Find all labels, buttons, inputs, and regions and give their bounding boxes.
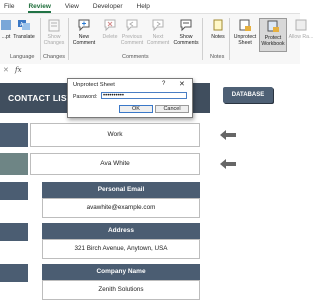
photo-cell-secondary xyxy=(0,153,28,175)
show-changes-icon xyxy=(47,18,61,32)
ok-button[interactable]: OK xyxy=(119,105,153,113)
next-comment-button[interactable]: Next Comment xyxy=(144,18,172,52)
work-field[interactable]: Work xyxy=(30,123,200,147)
menu-file[interactable]: File xyxy=(4,3,14,10)
protect-workbook-label: Protect Workbook xyxy=(261,35,285,47)
show-comments-button[interactable]: Show Comments xyxy=(172,18,200,52)
new-comment-button[interactable]: New Comment xyxy=(70,18,98,52)
unprotect-sheet-button[interactable]: Unprotect Sheet xyxy=(231,18,259,52)
notes-button[interactable]: Notes xyxy=(204,18,232,52)
notes-label: Notes xyxy=(211,34,225,40)
left-header-block xyxy=(0,223,28,241)
translate-icon: A xyxy=(17,18,31,32)
translate-label: Translate xyxy=(13,34,35,40)
allow-ranges-icon xyxy=(294,18,308,32)
menu-view[interactable]: View xyxy=(65,3,79,10)
previous-comment-label: Previous Comment xyxy=(120,34,144,46)
translate-button[interactable]: A Translate xyxy=(10,18,38,52)
show-changes-label: Show Changes xyxy=(43,34,65,46)
next-comment-label: Next Comment xyxy=(146,34,170,46)
allow-ranges-button[interactable]: Allow Ra... xyxy=(287,18,315,52)
show-changes-button[interactable]: Show Changes xyxy=(40,18,68,52)
unprotect-sheet-label: Unprotect Sheet xyxy=(233,34,257,46)
delete-comment-label: Delete xyxy=(102,34,118,40)
name-field[interactable]: Ava White xyxy=(30,153,200,175)
allow-ranges-label: Allow Ra... xyxy=(288,34,314,40)
ribbon: ...pt A Translate Language Show Changes … xyxy=(0,14,313,65)
left-header-block xyxy=(0,264,28,282)
group-changes-label: Changes xyxy=(43,54,66,60)
company-header: Company Name xyxy=(42,264,200,280)
personal-email-header: Personal Email xyxy=(42,182,200,198)
new-comment-label: New Comment xyxy=(72,34,96,46)
group-notes-label: Notes xyxy=(210,54,225,60)
company-field[interactable]: Zenith Solutions xyxy=(42,280,200,300)
group-comments-label: Comments xyxy=(122,54,149,60)
password-label: Password: xyxy=(73,94,98,100)
left-header-block xyxy=(0,182,28,200)
menu-review[interactable]: Review xyxy=(28,3,52,13)
address-header: Address xyxy=(42,223,200,239)
menu-developer[interactable]: Developer xyxy=(93,3,123,10)
protect-workbook-icon xyxy=(266,19,280,33)
show-comments-label: Show Comments xyxy=(173,34,199,46)
formula-cancel-icon[interactable]: ✕ xyxy=(3,66,9,74)
help-icon[interactable]: ? xyxy=(162,81,165,87)
delete-comment-icon xyxy=(103,18,117,32)
unprotect-sheet-icon xyxy=(238,18,252,32)
notes-icon xyxy=(211,18,225,32)
previous-comment-icon xyxy=(125,18,139,32)
personal-email-field[interactable]: avawhite@example.com xyxy=(42,198,200,218)
address-field[interactable]: 321 Birch Avenue, Anytown, USA xyxy=(42,239,200,259)
password-input[interactable]: •••••••••• xyxy=(101,92,187,99)
group-language-label: Language xyxy=(10,54,35,60)
cancel-button[interactable]: Cancel xyxy=(155,105,189,113)
arrow-left-icon xyxy=(220,130,236,140)
close-icon[interactable]: ✕ xyxy=(179,80,185,88)
protect-workbook-button[interactable]: Protect Workbook xyxy=(259,18,287,52)
show-comments-icon xyxy=(179,18,193,32)
new-comment-icon xyxy=(77,18,91,32)
photo-cell xyxy=(0,123,28,147)
database-button[interactable]: DATABASE xyxy=(223,87,273,103)
group-separator xyxy=(229,18,230,60)
group-separator xyxy=(202,18,203,60)
menu-bar: File Review View Developer Help xyxy=(0,0,300,14)
dialog-title: Unprotect Sheet xyxy=(73,82,115,88)
next-comment-icon xyxy=(151,18,165,32)
formula-bar: ✕ fx xyxy=(0,64,300,78)
page-title: CONTACT LIST xyxy=(8,93,73,103)
group-separator xyxy=(68,18,69,60)
insert-function-icon[interactable]: fx xyxy=(15,66,22,74)
unprotect-sheet-dialog: Unprotect Sheet ? ✕ Password: ••••••••••… xyxy=(67,78,193,118)
menu-help[interactable]: Help xyxy=(137,3,150,10)
previous-comment-button[interactable]: Previous Comment xyxy=(118,18,146,52)
arrow-left-icon xyxy=(220,159,236,169)
